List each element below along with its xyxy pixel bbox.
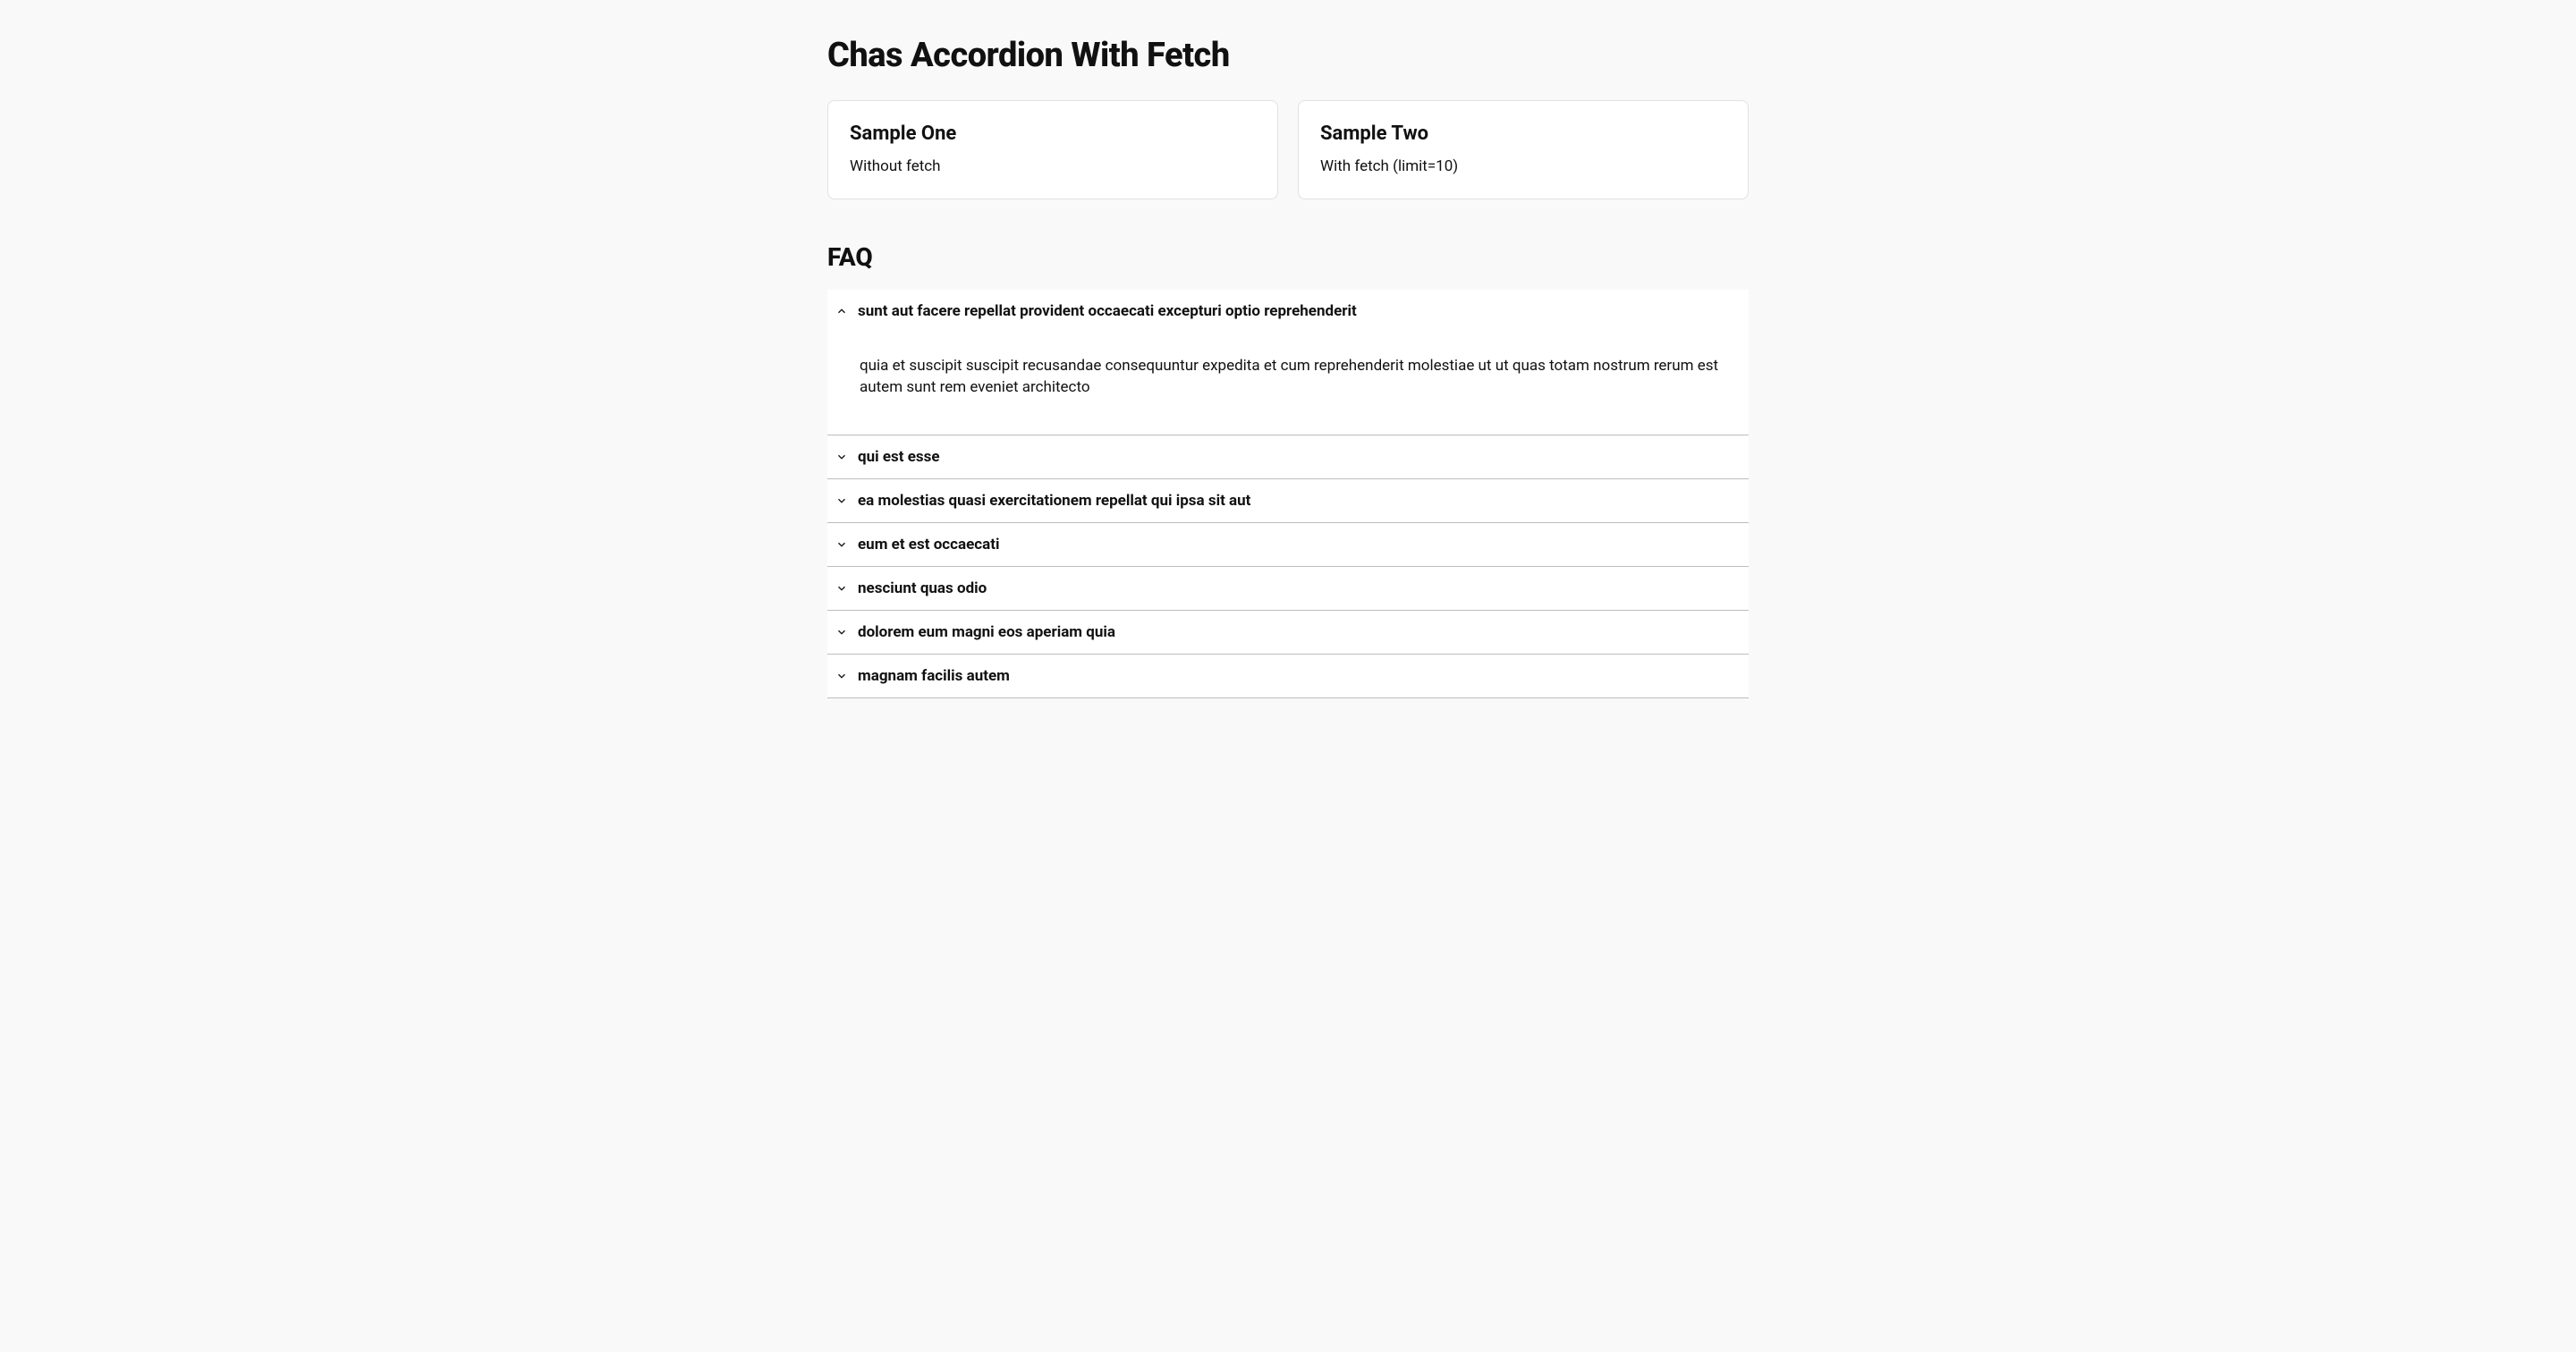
sample-cards: Sample One Without fetch Sample Two With… bbox=[827, 100, 1749, 199]
accordion-item: dolorem eum magni eos aperiam quia bbox=[827, 611, 1749, 655]
accordion-title: magnam facilis autem bbox=[858, 667, 1010, 685]
accordion-item: qui est esse bbox=[827, 435, 1749, 479]
sample-card-two[interactable]: Sample Two With fetch (limit=10) bbox=[1298, 100, 1749, 199]
card-two-title: Sample Two bbox=[1320, 123, 1726, 145]
accordion-item: magnam facilis autem bbox=[827, 655, 1749, 698]
accordion-item: ea molestias quasi exercitationem repell… bbox=[827, 479, 1749, 523]
chevron-down-icon bbox=[835, 537, 849, 552]
page-title: Chas Accordion With Fetch bbox=[827, 36, 1749, 75]
card-one-desc: Without fetch bbox=[850, 157, 1256, 175]
accordion-title: qui est esse bbox=[858, 448, 940, 466]
accordion-header[interactable]: magnam facilis autem bbox=[827, 655, 1749, 697]
accordion-item: sunt aut facere repellat provident occae… bbox=[827, 290, 1749, 435]
accordion-title: nesciunt quas odio bbox=[858, 579, 987, 597]
chevron-up-icon bbox=[835, 304, 849, 318]
accordion-title: ea molestias quasi exercitationem repell… bbox=[858, 492, 1250, 510]
chevron-down-icon bbox=[835, 494, 849, 508]
accordion-header[interactable]: qui est esse bbox=[827, 435, 1749, 478]
accordion-header[interactable]: ea molestias quasi exercitationem repell… bbox=[827, 479, 1749, 522]
accordion-item: nesciunt quas odio bbox=[827, 567, 1749, 611]
accordion-header[interactable]: dolorem eum magni eos aperiam quia bbox=[827, 611, 1749, 654]
chevron-down-icon bbox=[835, 450, 849, 464]
card-one-title: Sample One bbox=[850, 123, 1256, 145]
accordion-header[interactable]: sunt aut facere repellat provident occae… bbox=[827, 290, 1749, 333]
card-two-desc: With fetch (limit=10) bbox=[1320, 157, 1726, 175]
chevron-down-icon bbox=[835, 581, 849, 596]
accordion-title: dolorem eum magni eos aperiam quia bbox=[858, 623, 1115, 641]
faq-heading: FAQ bbox=[827, 242, 1749, 272]
accordion-header[interactable]: eum et est occaecati bbox=[827, 523, 1749, 566]
chevron-down-icon bbox=[835, 669, 849, 683]
accordion-body: quia et suscipit suscipit recusandae con… bbox=[827, 333, 1749, 435]
chevron-down-icon bbox=[835, 625, 849, 639]
sample-card-one[interactable]: Sample One Without fetch bbox=[827, 100, 1278, 199]
accordion-title: sunt aut facere repellat provident occae… bbox=[858, 302, 1357, 320]
accordion-title: eum et est occaecati bbox=[858, 536, 1000, 553]
accordion-item: eum et est occaecati bbox=[827, 523, 1749, 567]
faq-accordion: sunt aut facere repellat provident occae… bbox=[827, 290, 1749, 698]
accordion-header[interactable]: nesciunt quas odio bbox=[827, 567, 1749, 610]
